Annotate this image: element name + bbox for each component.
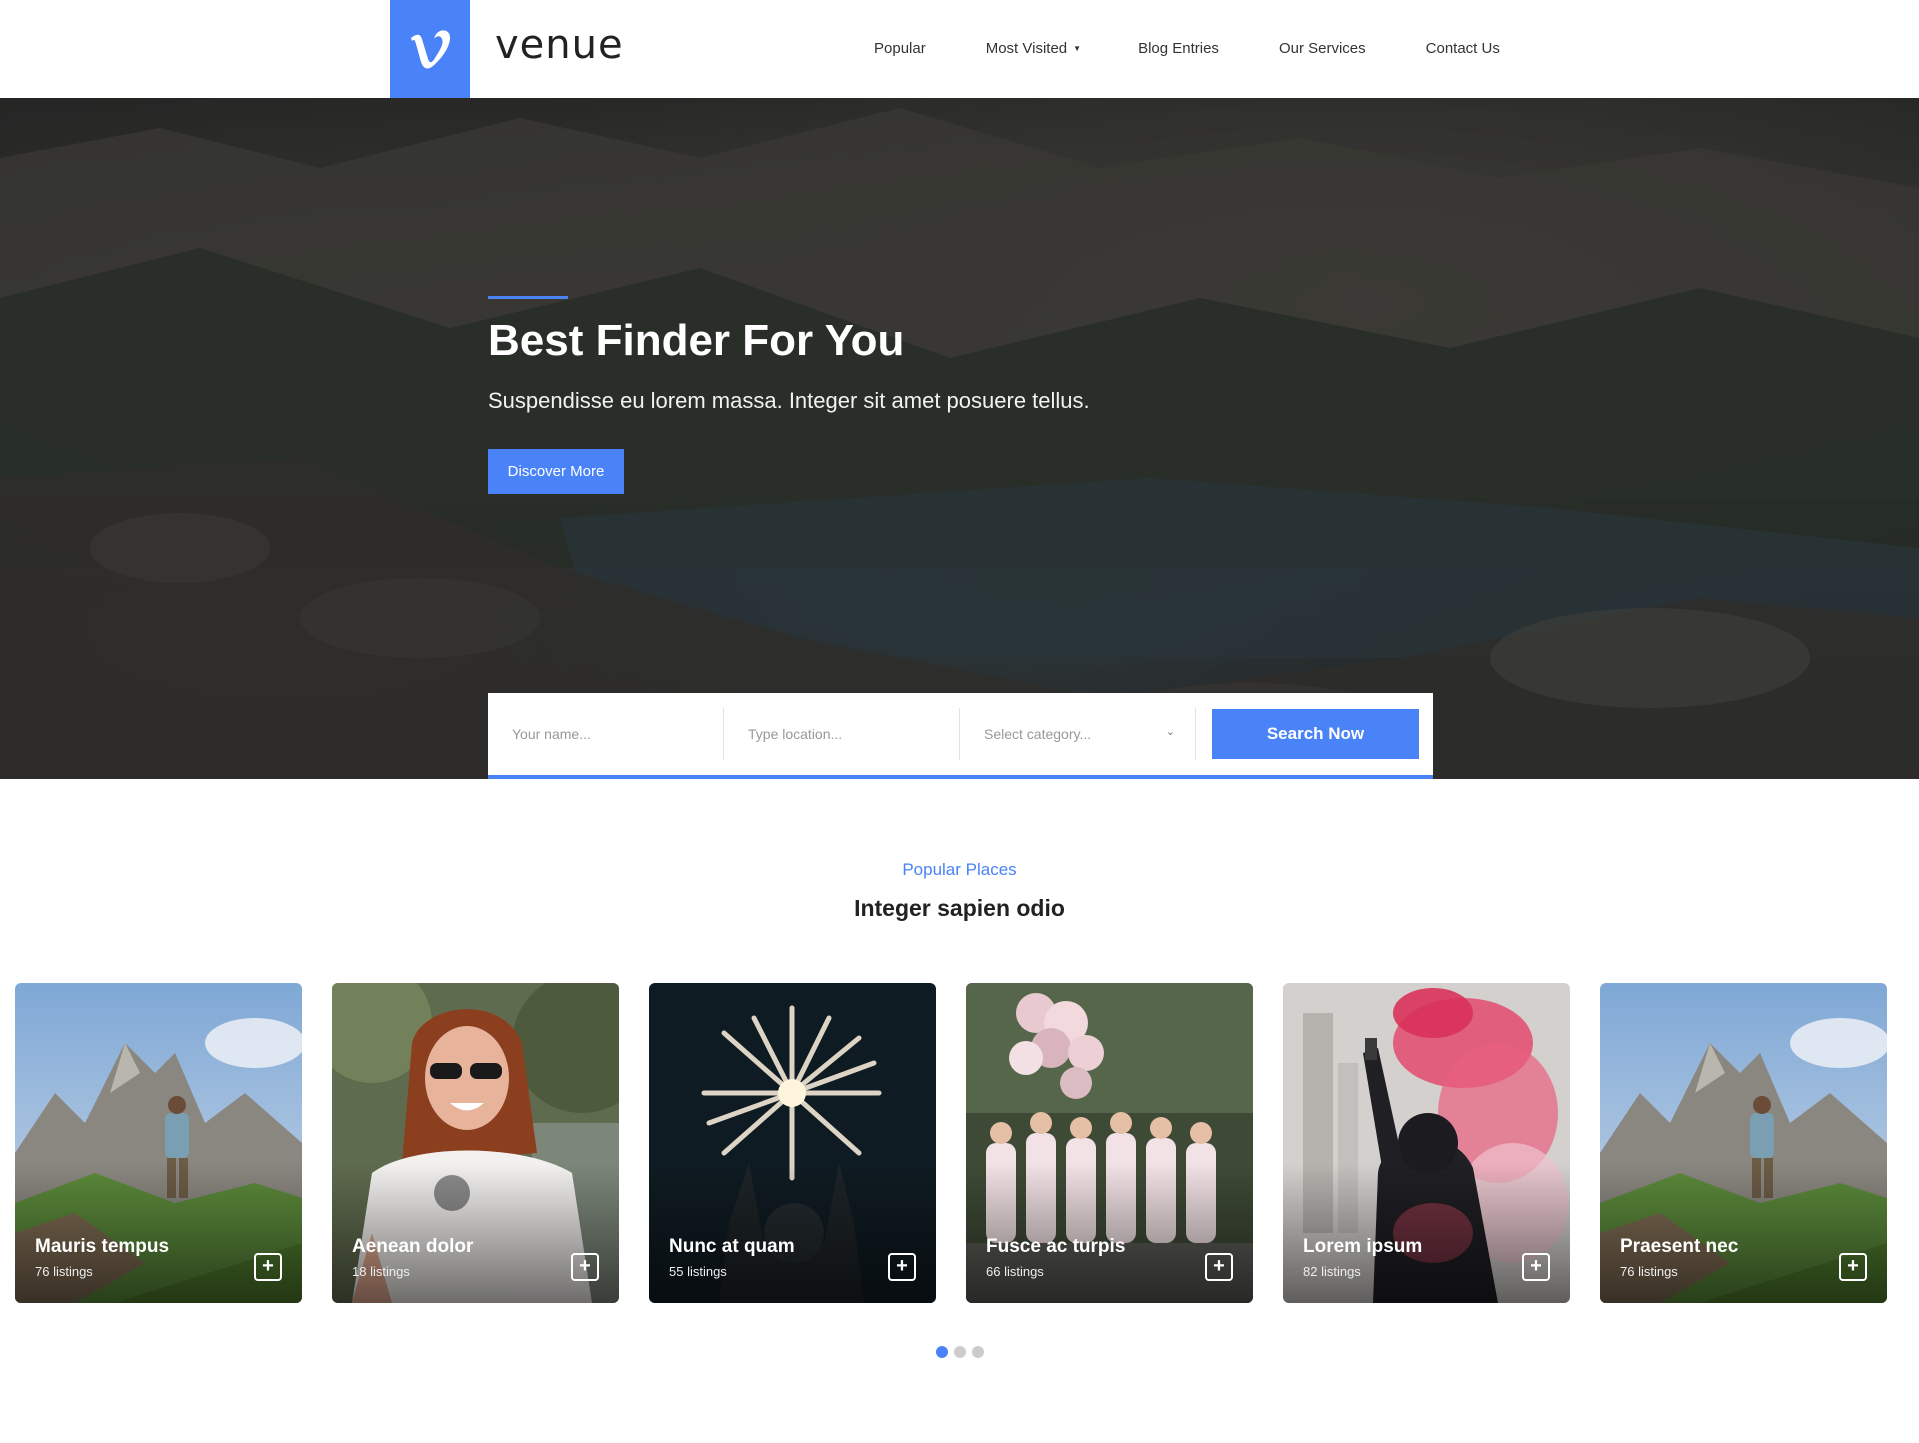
brand-name[interactable]: venue: [495, 22, 624, 68]
card-gradient: [649, 1163, 936, 1303]
nav-label: Contact Us: [1425, 39, 1500, 57]
hero-title: Best Finder For You: [488, 316, 905, 365]
section-eyebrow: Popular Places: [902, 860, 1017, 879]
logo[interactable]: [390, 0, 470, 98]
nav-label: Our Services: [1278, 39, 1366, 57]
card-listing-count: 76 listings: [1620, 1264, 1678, 1279]
plus-icon[interactable]: +: [1522, 1253, 1550, 1281]
place-card[interactable]: Fusce ac turpis 66 listings +: [966, 983, 1253, 1303]
site-header: venue Popular Most Visited ▼ Blog Entrie…: [0, 0, 1919, 98]
discover-more-button[interactable]: Discover More: [488, 449, 624, 494]
card-title: Nunc at quam: [669, 1236, 795, 1257]
card-listing-count: 82 listings: [1303, 1264, 1361, 1279]
carousel-dot-2[interactable]: [954, 1346, 966, 1358]
place-card[interactable]: Praesent nec 76 listings +: [1600, 983, 1887, 1303]
caret-down-icon: ▼: [1073, 43, 1082, 53]
card-gradient: [15, 1163, 302, 1303]
place-card[interactable]: Lorem ipsum 82 listings +: [1283, 983, 1570, 1303]
card-gradient: [1600, 1163, 1887, 1303]
category-placeholder: Select category...: [984, 726, 1092, 742]
card-listing-count: 76 listings: [35, 1264, 93, 1279]
plus-icon[interactable]: +: [888, 1253, 916, 1281]
card-title: Fusce ac turpis: [986, 1236, 1126, 1257]
plus-icon[interactable]: +: [571, 1253, 599, 1281]
nav-label: Popular: [874, 39, 926, 57]
place-card[interactable]: Mauris tempus 76 listings +: [15, 983, 302, 1303]
nav-label: Most Visited: [985, 39, 1068, 57]
card-gradient: [966, 1163, 1253, 1303]
card-gradient: [332, 1163, 619, 1303]
carousel-dot-3[interactable]: [972, 1346, 984, 1358]
place-card[interactable]: Aenean dolor 18 listings +: [332, 983, 619, 1303]
nav-contact-us[interactable]: Contact Us: [1426, 40, 1500, 57]
card-listing-count: 55 listings: [669, 1264, 727, 1279]
popular-places-carousel: Mauris tempus 76 listings + Aenean dolor…: [15, 983, 1905, 1303]
location-input[interactable]: Type location...: [724, 708, 960, 760]
card-title: Aenean dolor: [352, 1236, 474, 1257]
vimeo-v-logo-icon: [411, 30, 451, 69]
hero-banner: Best Finder For You Suspendisse eu lorem…: [0, 98, 1919, 779]
section-title: Integer sapien odio: [854, 895, 1065, 921]
nav-most-visited[interactable]: Most Visited ▼: [986, 40, 1081, 57]
place-card[interactable]: Nunc at quam 55 listings +: [649, 983, 936, 1303]
plus-icon[interactable]: +: [1205, 1253, 1233, 1281]
card-gradient: [1283, 1163, 1570, 1303]
card-title: Lorem ipsum: [1303, 1236, 1423, 1257]
search-now-button[interactable]: Search Now: [1212, 709, 1419, 759]
card-listing-count: 66 listings: [986, 1264, 1044, 1279]
carousel-pagination: [936, 1346, 984, 1358]
card-listing-count: 18 listings: [352, 1264, 410, 1279]
nav-popular[interactable]: Popular: [874, 40, 926, 57]
category-select[interactable]: Select category... ⌄: [960, 708, 1196, 760]
card-title: Mauris tempus: [35, 1236, 170, 1257]
name-input[interactable]: Your name...: [488, 708, 724, 760]
chevron-down-icon: ⌄: [1165, 726, 1175, 738]
nav-label: Blog Entries: [1138, 39, 1219, 57]
carousel-dot-1[interactable]: [936, 1346, 948, 1358]
hero-accent-line: [488, 296, 568, 299]
card-title: Praesent nec: [1620, 1236, 1739, 1257]
search-bar: Your name... Type location... Select cat…: [488, 693, 1433, 779]
plus-icon[interactable]: +: [254, 1253, 282, 1281]
nav-blog-entries[interactable]: Blog Entries: [1138, 40, 1219, 57]
hero-subtitle: Suspendisse eu lorem massa. Integer sit …: [488, 388, 1090, 413]
main-nav: Popular Most Visited ▼ Blog Entries Our …: [850, 38, 1500, 58]
plus-icon[interactable]: +: [1839, 1253, 1867, 1281]
nav-our-services[interactable]: Our Services: [1279, 40, 1366, 57]
hero-overlay: [0, 98, 1919, 779]
